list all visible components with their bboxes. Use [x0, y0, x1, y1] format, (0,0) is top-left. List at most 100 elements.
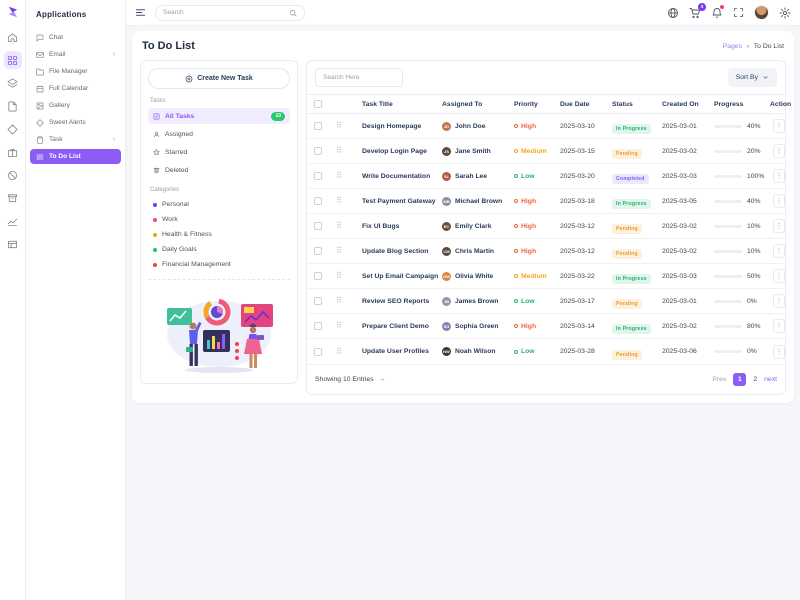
- task-title: Develop Login Page: [362, 148, 442, 155]
- bell-icon[interactable]: [711, 7, 723, 19]
- filter-starred[interactable]: Starred: [148, 144, 290, 160]
- gear-icon[interactable]: [779, 7, 791, 19]
- drag-handle-icon[interactable]: ⠿: [336, 348, 362, 356]
- row-action-menu-icon[interactable]: ⋮: [773, 269, 785, 283]
- pagination-page-2[interactable]: 2: [753, 376, 757, 383]
- row-action-menu-icon[interactable]: ⋮: [773, 169, 785, 183]
- breadcrumb-separator-icon: »: [746, 43, 750, 50]
- row-checkbox[interactable]: [314, 147, 322, 155]
- col-created-on: Created On: [662, 101, 714, 108]
- pagination-next[interactable]: next: [764, 376, 777, 383]
- drag-handle-icon[interactable]: ⠿: [336, 122, 362, 130]
- drag-handle-icon[interactable]: ⠿: [336, 322, 362, 330]
- layers-icon[interactable]: [4, 74, 22, 92]
- drag-handle-icon[interactable]: ⠿: [336, 272, 362, 280]
- row-checkbox[interactable]: [314, 272, 322, 280]
- global-search-input[interactable]: [163, 9, 289, 16]
- row-action-menu-icon[interactable]: ⋮: [773, 244, 785, 258]
- category-personal[interactable]: Personal: [148, 197, 290, 212]
- app-logo[interactable]: [6, 5, 20, 19]
- assignee-name: James Brown: [455, 298, 499, 305]
- drag-handle-icon[interactable]: ⠿: [336, 197, 362, 205]
- assignee-avatar: JD: [442, 122, 451, 131]
- hamburger-icon[interactable]: [135, 7, 146, 18]
- row-action-menu-icon[interactable]: ⋮: [773, 294, 785, 308]
- progress-cell: 10%: [714, 223, 770, 230]
- widgets-icon[interactable]: [4, 143, 22, 161]
- notification-dot: [720, 5, 724, 9]
- drag-handle-icon[interactable]: ⠿: [336, 172, 362, 180]
- filter-assigned[interactable]: Assigned: [148, 126, 290, 142]
- created-on: 2025-03-03: [662, 273, 714, 280]
- breadcrumb-pages[interactable]: Pages: [723, 43, 742, 50]
- archive-icon[interactable]: [4, 189, 22, 207]
- col-action: Action: [770, 101, 791, 108]
- row-action-menu-icon[interactable]: ⋮: [773, 345, 785, 359]
- filter-deleted[interactable]: Deleted: [148, 162, 290, 178]
- row-action-menu-icon[interactable]: ⋮: [773, 219, 785, 233]
- row-checkbox[interactable]: [314, 247, 322, 255]
- sidebar-item-chat[interactable]: Chat: [30, 30, 121, 45]
- category-financial-management[interactable]: Financial Management: [148, 257, 290, 272]
- row-action-menu-icon[interactable]: ⋮: [773, 194, 785, 208]
- row-checkbox[interactable]: [314, 122, 322, 130]
- create-task-button[interactable]: Create New Task: [148, 68, 290, 89]
- col-status: Status: [612, 101, 662, 108]
- drag-handle-icon[interactable]: ⠿: [336, 247, 362, 255]
- row-checkbox[interactable]: [314, 172, 322, 180]
- drag-handle-icon[interactable]: ⠿: [336, 297, 362, 305]
- tasks-illustration: [148, 279, 290, 376]
- global-search[interactable]: [155, 5, 305, 21]
- home-icon[interactable]: [4, 28, 22, 46]
- category-work[interactable]: Work: [148, 212, 290, 227]
- row-checkbox[interactable]: [314, 297, 322, 305]
- search-icon: [289, 9, 297, 17]
- trash-icon: [153, 167, 160, 174]
- row-checkbox[interactable]: [314, 197, 322, 205]
- assignee-avatar: CM: [442, 247, 451, 256]
- row-action-menu-icon[interactable]: ⋮: [773, 119, 785, 133]
- pages-icon[interactable]: [4, 97, 22, 115]
- charts-icon[interactable]: [4, 212, 22, 230]
- drag-handle-icon[interactable]: ⠿: [336, 147, 362, 155]
- category-daily-goals[interactable]: Daily Goals: [148, 242, 290, 257]
- sidebar-item-email[interactable]: Email ›: [30, 47, 121, 62]
- apps-icon[interactable]: [4, 51, 22, 69]
- components-icon[interactable]: [4, 120, 22, 138]
- sidebar-item-task[interactable]: Task ›: [30, 132, 121, 147]
- category-dot: [153, 233, 157, 237]
- row-action-menu-icon[interactable]: ⋮: [773, 144, 785, 158]
- col-assigned-to: Assigned To: [442, 101, 514, 108]
- row-checkbox[interactable]: [314, 348, 322, 356]
- sidebar-item-to-do-list[interactable]: To Do List: [30, 149, 121, 164]
- category-health-fitness[interactable]: Health & Fitness: [148, 227, 290, 242]
- pagination-prev[interactable]: Prev: [712, 376, 726, 383]
- priority-dot: [514, 274, 518, 278]
- sidebar-item-gallery[interactable]: Gallery: [30, 98, 121, 113]
- priority-cell: High: [514, 248, 560, 255]
- fullscreen-icon[interactable]: [733, 7, 744, 18]
- pagination-page-1[interactable]: 1: [733, 373, 746, 386]
- drag-handle-icon[interactable]: ⠿: [336, 222, 362, 230]
- table-search-input[interactable]: [315, 68, 403, 87]
- table-footer: Showing 10 Entries → Prev 1 2 next: [307, 364, 785, 394]
- globe-icon[interactable]: [667, 7, 679, 19]
- sidebar-item-full-calendar[interactable]: Full Calendar: [30, 81, 121, 96]
- row-action-menu-icon[interactable]: ⋮: [773, 319, 785, 333]
- user-avatar[interactable]: [754, 5, 769, 20]
- assignee-avatar: JB: [442, 297, 451, 306]
- filter-all-tasks[interactable]: All Tasks 10: [148, 108, 290, 124]
- select-all-checkbox[interactable]: [314, 100, 322, 108]
- sidebar-item-label: Gallery: [49, 102, 70, 109]
- breadcrumb-current: To Do List: [754, 43, 784, 50]
- priority-dot: [514, 350, 518, 354]
- row-checkbox[interactable]: [314, 322, 322, 330]
- row-checkbox[interactable]: [314, 222, 322, 230]
- sidebar-item-label: Full Calendar: [49, 85, 88, 92]
- tables-icon[interactable]: [4, 235, 22, 253]
- disabled-icon[interactable]: [4, 166, 22, 184]
- sidebar-item-sweet-alerts[interactable]: Sweet Alerts: [30, 115, 121, 130]
- sort-by-button[interactable]: Sort By: [728, 68, 777, 87]
- cart-icon[interactable]: 3: [689, 7, 701, 19]
- sidebar-item-file-manager[interactable]: File Manager: [30, 64, 121, 79]
